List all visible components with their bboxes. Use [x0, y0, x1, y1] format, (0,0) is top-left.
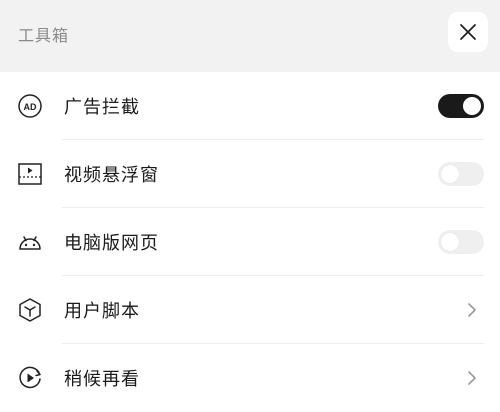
cube-icon	[16, 296, 44, 324]
play-later-icon	[16, 364, 44, 392]
ad-block-icon: AD	[16, 92, 44, 120]
ad-block-toggle[interactable]	[438, 94, 484, 118]
video-float-icon	[16, 160, 44, 188]
svg-text:AD: AD	[24, 102, 37, 112]
toolbox-header: 工具箱	[0, 0, 500, 72]
list-item-user-scripts[interactable]: 用户脚本	[0, 276, 500, 344]
page-title: 工具箱	[18, 26, 70, 45]
toggle-knob	[441, 165, 459, 183]
list-item-label: 稍候再看	[64, 369, 140, 390]
list-item-video-float[interactable]: 视频悬浮窗	[0, 140, 500, 208]
close-button[interactable]	[448, 12, 488, 52]
chevron-right-icon	[468, 371, 476, 385]
android-icon	[16, 228, 44, 256]
toolbox-list: AD 广告拦截 视频悬浮窗 电脑版网页 用户脚本 稍候再看	[0, 72, 500, 412]
list-item-watch-later[interactable]: 稍候再看	[0, 344, 500, 412]
list-item-label: 电脑版网页	[64, 233, 159, 254]
close-icon	[460, 24, 476, 40]
desktop-site-toggle[interactable]	[438, 230, 484, 254]
chevron-right-icon	[468, 303, 476, 317]
video-float-toggle[interactable]	[438, 162, 484, 186]
list-item-ad-block[interactable]: AD 广告拦截	[0, 72, 500, 140]
toggle-knob	[463, 97, 481, 115]
toggle-knob	[441, 233, 459, 251]
list-item-label: 视频悬浮窗	[64, 165, 159, 186]
list-item-label: 用户脚本	[64, 301, 140, 322]
list-item-label: 广告拦截	[64, 97, 140, 118]
list-item-desktop-site[interactable]: 电脑版网页	[0, 208, 500, 276]
